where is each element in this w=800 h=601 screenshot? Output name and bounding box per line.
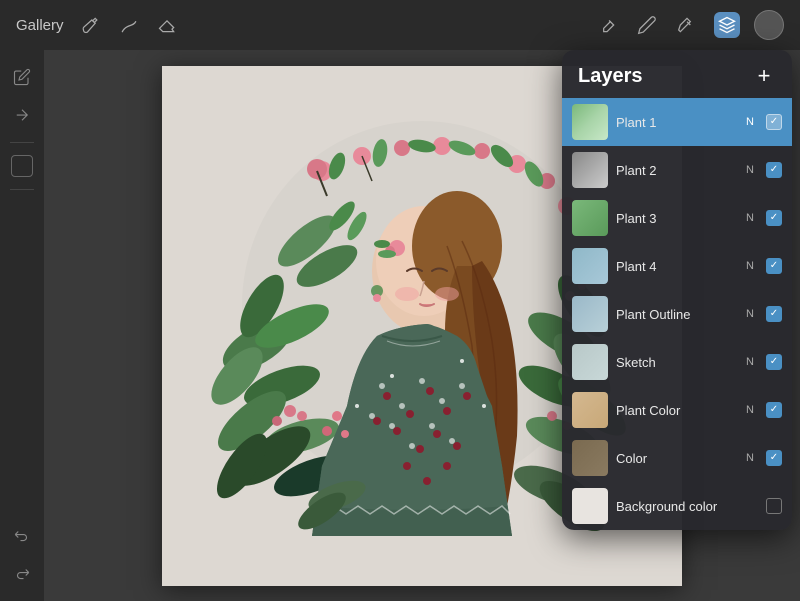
- layer-item-color[interactable]: Color N ✓: [562, 434, 792, 482]
- profile-icon[interactable]: [754, 10, 784, 40]
- layers-panel-icon[interactable]: [714, 12, 740, 38]
- layer-thumb-plant1: [572, 104, 608, 140]
- layer-blend-plant-outline: N: [746, 308, 754, 320]
- layer-item-plant-color[interactable]: Plant Color N ✓: [562, 386, 792, 434]
- layer-item-plant3[interactable]: Plant 3 N ✓: [562, 194, 792, 242]
- pencil-tool-icon[interactable]: [634, 12, 660, 38]
- layers-list: Plant 1N✓Plant 2N✓Plant 3N✓Plant 4N✓Plan…: [562, 98, 792, 530]
- layer-blend-sketch: N: [746, 356, 754, 368]
- layer-visibility-plant-color[interactable]: ✓: [766, 402, 782, 418]
- layer-thumb-sketch: [572, 344, 608, 380]
- layer-visibility-bg-color[interactable]: [766, 498, 782, 514]
- toolbar-right: [594, 10, 784, 40]
- layer-blend-plant3: N: [746, 212, 754, 224]
- layer-visibility-plant1[interactable]: ✓: [766, 114, 782, 130]
- layer-blend-plant2: N: [746, 164, 754, 176]
- layer-visibility-color[interactable]: ✓: [766, 450, 782, 466]
- layer-thumb-plant3: [572, 200, 608, 236]
- toolbar-left: Gallery: [16, 14, 178, 36]
- layer-thumb-plant-outline: [572, 296, 608, 332]
- layers-title: Layers: [578, 65, 643, 88]
- layer-item-plant2[interactable]: Plant 2 N ✓: [562, 146, 792, 194]
- layer-name-plant-color: Plant Color: [616, 403, 738, 418]
- layer-item-plant4[interactable]: Plant 4 N ✓: [562, 242, 792, 290]
- layer-thumb-plant-color: [572, 392, 608, 428]
- gallery-button[interactable]: Gallery: [16, 17, 64, 34]
- layer-thumb-color: [572, 440, 608, 476]
- layer-blend-plant1: N: [746, 116, 754, 128]
- layer-blend-plant-color: N: [746, 404, 754, 416]
- layer-visibility-plant4[interactable]: ✓: [766, 258, 782, 274]
- layer-thumb-plant2: [572, 152, 608, 188]
- smudge-tool[interactable]: [118, 14, 140, 36]
- sidebar-transform-icon[interactable]: [11, 155, 33, 177]
- layer-name-bg-color: Background color: [616, 499, 758, 514]
- layer-item-bg-color[interactable]: Background color: [562, 482, 792, 530]
- layer-thumb-bg-color: [572, 488, 608, 524]
- sidebar-modify-icon[interactable]: [7, 62, 37, 92]
- sidebar-arrow-icon[interactable]: [7, 100, 37, 130]
- layer-name-plant4: Plant 4: [616, 259, 738, 274]
- layer-visibility-plant-outline[interactable]: ✓: [766, 306, 782, 322]
- pen-tool-icon[interactable]: [594, 12, 620, 38]
- layer-item-plant-outline[interactable]: Plant Outline N ✓: [562, 290, 792, 338]
- sidebar-divider-2: [10, 189, 34, 190]
- layer-name-plant2: Plant 2: [616, 163, 738, 178]
- layer-name-plant1: Plant 1: [616, 115, 738, 130]
- layer-blend-plant4: N: [746, 260, 754, 272]
- layer-thumb-plant4: [572, 248, 608, 284]
- layer-name-color: Color: [616, 451, 738, 466]
- layer-visibility-plant3[interactable]: ✓: [766, 210, 782, 226]
- layers-panel: Layers + Plant 1N✓Plant 2N✓Plant 3N✓Plan…: [562, 50, 792, 530]
- brush-tool[interactable]: [80, 14, 102, 36]
- layers-header: Layers +: [562, 50, 792, 98]
- sidebar-divider-1: [10, 142, 34, 143]
- layer-blend-color: N: [746, 452, 754, 464]
- layer-item-sketch[interactable]: Sketch N ✓: [562, 338, 792, 386]
- sidebar-redo-icon[interactable]: [7, 559, 37, 589]
- layer-name-sketch: Sketch: [616, 355, 738, 370]
- layer-visibility-plant2[interactable]: ✓: [766, 162, 782, 178]
- toolbar: Gallery: [0, 0, 800, 50]
- marker-tool-icon[interactable]: [674, 12, 700, 38]
- layer-visibility-sketch[interactable]: ✓: [766, 354, 782, 370]
- layer-name-plant3: Plant 3: [616, 211, 738, 226]
- layers-add-button[interactable]: +: [752, 64, 776, 88]
- erase-tool[interactable]: [156, 14, 178, 36]
- layer-name-plant-outline: Plant Outline: [616, 307, 738, 322]
- layer-item-plant1[interactable]: Plant 1 N ✓: [562, 98, 792, 146]
- sidebar-undo-icon[interactable]: [7, 521, 37, 551]
- left-sidebar: [0, 50, 44, 601]
